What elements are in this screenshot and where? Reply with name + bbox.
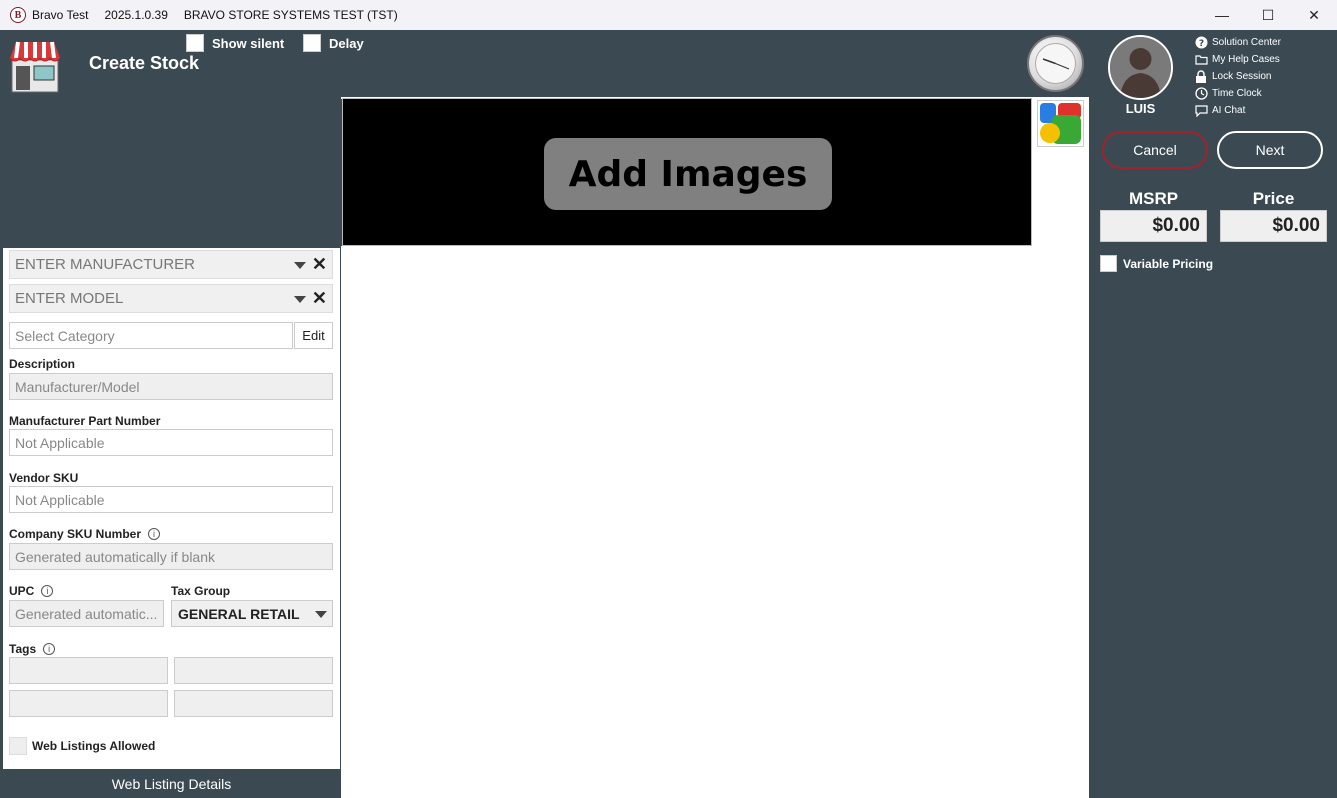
company-sku-label: Company SKU Number i — [9, 527, 161, 541]
manufacturer-placeholder: ENTER MANUFACTURER — [15, 256, 196, 273]
clear-manufacturer-icon[interactable]: ✕ — [312, 254, 327, 275]
main-content-area — [341, 246, 1089, 798]
next-button[interactable]: Next — [1217, 131, 1323, 169]
maximize-button[interactable]: ☐ — [1245, 0, 1291, 30]
vendor-sku-field[interactable]: Not Applicable — [9, 486, 333, 513]
show-silent-checkbox[interactable]: Show silent — [186, 34, 284, 52]
image-panel: Add Images — [342, 98, 1032, 246]
tax-group-label: Tax Group — [171, 584, 231, 598]
stock-form: ENTER MANUFACTURER ✕ ENTER MODEL ✕ Selec… — [3, 248, 340, 769]
info-icon[interactable]: i — [43, 643, 56, 655]
model-combo[interactable]: ENTER MODEL ✕ — [9, 284, 333, 313]
quick-link-time-clock[interactable]: Time Clock — [1194, 85, 1281, 102]
tag-input-3[interactable] — [9, 690, 168, 717]
web-listing-details-button[interactable]: Web Listing Details — [3, 769, 340, 798]
vendor-sku-label: Vendor SKU — [9, 471, 79, 485]
description-label: Description — [9, 357, 76, 371]
mpn-field[interactable]: Not Applicable — [9, 429, 333, 456]
mpn-label: Manufacturer Part Number — [9, 414, 161, 428]
web-listings-checkbox[interactable]: Web Listings Allowed — [9, 737, 155, 755]
variable-pricing-box[interactable] — [1100, 255, 1117, 272]
quick-link-my-help-cases[interactable]: My Help Cases — [1194, 51, 1281, 68]
tag-input-4[interactable] — [174, 690, 333, 717]
minimize-button[interactable]: — — [1199, 0, 1245, 30]
edit-category-button[interactable]: Edit — [294, 322, 333, 349]
price-label: Price — [1252, 189, 1295, 208]
close-button[interactable]: ✕ — [1291, 0, 1337, 30]
chat-icon — [1194, 104, 1208, 118]
tags-label: Tags i — [9, 642, 56, 656]
show-silent-label: Show silent — [212, 35, 285, 51]
page-title: Create Stock — [89, 53, 200, 73]
user-name: LUIS — [1125, 101, 1156, 116]
tax-group-select[interactable]: GENERAL RETAIL — [171, 600, 333, 627]
lock-icon — [1194, 70, 1208, 84]
cancel-button[interactable]: Cancel — [1102, 131, 1208, 169]
clock-small-icon — [1194, 87, 1208, 101]
app-version: 2025.1.0.39 — [104, 8, 168, 22]
store-name: BRAVO STORE SYSTEMS TEST (TST) — [183, 8, 398, 22]
tag-input-1[interactable] — [9, 657, 168, 684]
google-search-icon[interactable] — [1037, 100, 1084, 147]
avatar[interactable] — [1108, 35, 1173, 100]
title-bar: B Bravo Test 2025.1.0.39 BRAVO STORE SYS… — [0, 0, 1337, 30]
quick-links: ? Solution Center My Help Cases Lock Ses… — [1194, 34, 1281, 119]
quick-link-ai-chat[interactable]: AI Chat — [1194, 102, 1281, 119]
folder-icon — [1194, 53, 1208, 67]
upc-field[interactable]: Generated automatic... — [9, 600, 164, 627]
svg-text:?: ? — [1198, 39, 1203, 49]
msrp-label: MSRP — [1128, 189, 1179, 208]
window-controls: — ☐ ✕ — [1199, 0, 1337, 30]
model-placeholder: ENTER MODEL — [15, 290, 124, 307]
company-sku-field[interactable]: Generated automatically if blank — [9, 543, 333, 570]
msrp-field[interactable]: $0.00 — [1100, 210, 1207, 242]
delay-label: Delay — [329, 35, 364, 51]
quick-link-lock-session[interactable]: Lock Session — [1194, 68, 1281, 85]
clear-model-icon[interactable]: ✕ — [312, 288, 327, 309]
quick-link-solution-center[interactable]: ? Solution Center — [1194, 34, 1281, 51]
add-images-button[interactable]: Add Images — [544, 138, 832, 210]
app-name: Bravo Test — [32, 8, 89, 22]
web-listings-box[interactable] — [9, 737, 27, 755]
category-input[interactable]: Select Category — [9, 322, 293, 349]
price-field[interactable]: $0.00 — [1220, 210, 1327, 242]
manufacturer-combo[interactable]: ENTER MANUFACTURER ✕ — [9, 250, 333, 279]
app-logo-icon: B — [10, 7, 26, 23]
delay-checkbox[interactable]: Delay — [303, 34, 364, 52]
info-icon[interactable]: i — [41, 585, 54, 597]
delay-box[interactable] — [303, 34, 321, 52]
clock-icon[interactable] — [1027, 35, 1084, 92]
chevron-down-icon[interactable] — [294, 262, 306, 269]
tag-input-2[interactable] — [174, 657, 333, 684]
description-field[interactable]: Manufacturer/Model — [9, 373, 333, 400]
chevron-down-icon[interactable] — [294, 296, 306, 303]
upc-label: UPC i — [9, 584, 54, 598]
store-icon[interactable] — [6, 36, 64, 94]
show-silent-box[interactable] — [186, 34, 204, 52]
help-icon: ? — [1194, 36, 1208, 50]
variable-pricing-checkbox[interactable]: Variable Pricing — [1100, 255, 1213, 272]
info-icon[interactable]: i — [148, 528, 161, 540]
chevron-down-icon[interactable] — [315, 611, 327, 618]
